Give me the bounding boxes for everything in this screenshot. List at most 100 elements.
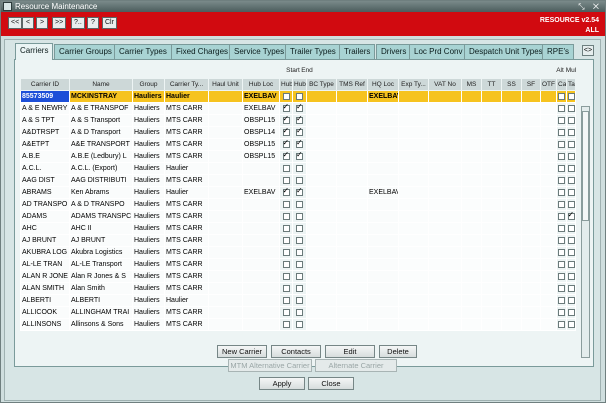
table-row[interactable]: ALLINSONS Allinsons & Sons Hauliers MTS CAR…: [20, 318, 576, 331]
start-hub-checkbox[interactable]: [282, 260, 290, 268]
end-hub-checkbox[interactable]: [296, 176, 303, 184]
table-row[interactable]: A & E NEWRY A & E TRANSPOF Hauliers MTS CAR…: [20, 102, 576, 115]
table-row[interactable]: ALAN SMITH Alan Smith Hauliers MTS CARR: [20, 282, 576, 295]
table-cell[interactable]: [501, 294, 522, 307]
table-cell[interactable]: [336, 246, 368, 259]
edit-button[interactable]: Edit: [325, 345, 375, 358]
table-cell[interactable]: [208, 198, 243, 211]
table-cell[interactable]: [540, 282, 557, 295]
end-hub-checkbox[interactable]: [296, 212, 303, 220]
table-cell[interactable]: [336, 150, 368, 163]
first-button[interactable]: <<: [8, 17, 23, 29]
table-cell[interactable]: [481, 234, 502, 247]
table-cell[interactable]: [540, 90, 557, 103]
table-cell[interactable]: [336, 138, 368, 151]
alt-carrier-checkbox[interactable]: [558, 200, 565, 208]
table-cell[interactable]: [521, 198, 541, 211]
table-cell[interactable]: A.B.E (Ledbury) L: [69, 150, 133, 163]
table-cell[interactable]: [461, 246, 482, 259]
table-cell[interactable]: [540, 222, 557, 235]
table-cell[interactable]: ALLICOOK: [20, 306, 70, 319]
prev-button[interactable]: <: [22, 17, 34, 29]
table-cell[interactable]: [481, 174, 502, 187]
table-cell[interactable]: ALBERTI: [69, 294, 133, 307]
table-cell[interactable]: [306, 114, 337, 127]
table-row[interactable]: AAG DIST AAG DISTRIBUTI Hauliers MTS CARR: [20, 174, 576, 187]
column-header[interactable]: Group: [132, 78, 165, 91]
multi-tariff-checkbox[interactable]: [567, 212, 575, 220]
start-hub-checkbox[interactable]: [282, 140, 290, 148]
table-cell[interactable]: [501, 246, 522, 259]
table-cell[interactable]: Hauliers: [132, 126, 165, 139]
table-cell[interactable]: Hauliers: [132, 162, 165, 175]
table-cell[interactable]: [208, 222, 243, 235]
table-cell[interactable]: [208, 270, 243, 283]
table-cell[interactable]: [367, 270, 399, 283]
table-cell[interactable]: [461, 174, 482, 187]
table-cell[interactable]: A & S TPT: [20, 114, 70, 127]
end-hub-checkbox[interactable]: [296, 92, 303, 100]
table-row[interactable]: ADAMS ADAMS TRANSPC Hauliers MTS CARR: [20, 210, 576, 223]
table-cell[interactable]: [521, 174, 541, 187]
table-cell[interactable]: Hauliers: [132, 234, 165, 247]
table-row[interactable]: AHC AHC II Hauliers MTS CARR: [20, 222, 576, 235]
table-cell[interactable]: [461, 222, 482, 235]
table-cell[interactable]: [242, 162, 280, 175]
table-cell[interactable]: [481, 150, 502, 163]
column-header[interactable]: OTF: [540, 78, 557, 91]
table-cell[interactable]: [306, 246, 337, 259]
tab-scroll-button[interactable]: <>: [582, 45, 594, 56]
table-cell[interactable]: [540, 258, 557, 271]
table-cell[interactable]: ALBERTI: [20, 294, 70, 307]
tab-loc-prd-conv[interactable]: Loc Prd Conv: [409, 44, 468, 59]
table-cell[interactable]: [242, 306, 280, 319]
table-cell[interactable]: [398, 318, 429, 331]
table-cell[interactable]: [501, 198, 522, 211]
table-cell[interactable]: MTS CARR: [164, 198, 209, 211]
start-hub-checkbox[interactable]: [282, 164, 290, 172]
alt-carrier-checkbox[interactable]: [558, 260, 565, 268]
end-hub-checkbox[interactable]: [296, 308, 303, 316]
table-row[interactable]: ALAN R JONE Alan R Jones & S Hauliers MTS C…: [20, 270, 576, 283]
table-cell[interactable]: [428, 198, 462, 211]
table-cell[interactable]: [428, 282, 462, 295]
table-cell[interactable]: [336, 174, 368, 187]
table-cell[interactable]: [540, 126, 557, 139]
end-hub-checkbox[interactable]: [296, 140, 303, 148]
end-hub-checkbox[interactable]: [296, 224, 303, 232]
table-cell[interactable]: [306, 150, 337, 163]
table-cell[interactable]: MTS CARR: [164, 318, 209, 331]
tab-drivers[interactable]: Drivers: [376, 44, 412, 59]
table-cell[interactable]: [501, 258, 522, 271]
table-cell[interactable]: Hauliers: [132, 138, 165, 151]
start-hub-checkbox[interactable]: [282, 284, 290, 292]
column-header[interactable]: Hub Loc: [242, 78, 280, 91]
table-cell[interactable]: [481, 294, 502, 307]
table-cell[interactable]: [481, 222, 502, 235]
column-header[interactable]: TMS Ref: [336, 78, 368, 91]
table-cell[interactable]: MTS CARR: [164, 114, 209, 127]
table-cell[interactable]: A & E TRANSPOF: [69, 102, 133, 115]
table-cell[interactable]: AD TRANSPO: [20, 198, 70, 211]
clear-button[interactable]: Clr: [102, 17, 117, 29]
table-cell[interactable]: [367, 138, 399, 151]
table-cell[interactable]: Hauliers: [132, 306, 165, 319]
table-row[interactable]: A.C.L. A.C.L. (Export) Hauliers Haulier: [20, 162, 576, 175]
table-cell[interactable]: [540, 186, 557, 199]
table-cell[interactable]: [398, 114, 429, 127]
table-cell[interactable]: [208, 258, 243, 271]
table-cell[interactable]: Haulier: [164, 186, 209, 199]
start-hub-checkbox[interactable]: [282, 152, 290, 160]
table-cell[interactable]: [428, 114, 462, 127]
table-cell[interactable]: [306, 234, 337, 247]
table-cell[interactable]: [540, 162, 557, 175]
table-cell[interactable]: [306, 174, 337, 187]
table-cell[interactable]: [521, 294, 541, 307]
table-row[interactable]: A.B.E A.B.E (Ledbury) L Hauliers MTS CARR OB…: [20, 150, 576, 163]
new-carrier-button[interactable]: New Carrier: [217, 345, 267, 358]
table-cell[interactable]: AKUBRA LOG: [20, 246, 70, 259]
alt-carrier-checkbox[interactable]: [558, 164, 565, 172]
column-header[interactable]: Haul Unit: [208, 78, 243, 91]
table-cell[interactable]: MCKINSTRAY: [69, 90, 133, 103]
table-cell[interactable]: [428, 258, 462, 271]
